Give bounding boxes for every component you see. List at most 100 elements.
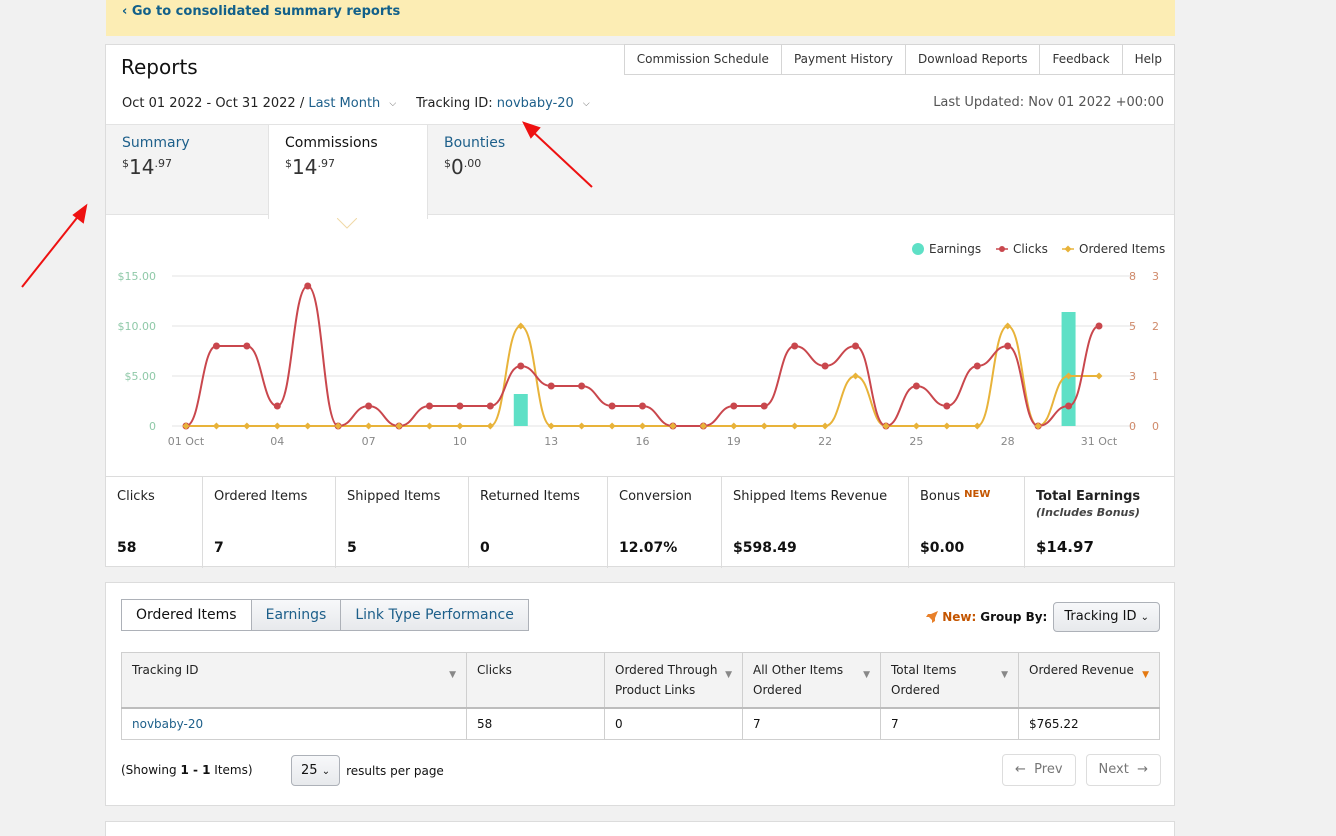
group-by-select[interactable]: Tracking ID ⌄ <box>1053 602 1160 632</box>
clicks-point <box>425 402 433 410</box>
col-ordered-through[interactable]: Ordered Through Product Links ▼ <box>604 652 743 709</box>
sort-icon: ▼ <box>449 670 456 680</box>
consolidated-summary-link[interactable]: ‹ Go to consolidated summary reports <box>122 4 400 19</box>
clicks-point <box>852 342 860 350</box>
tab-earnings[interactable]: Earnings <box>251 599 342 631</box>
date-range: Oct 01 2022 - Oct 31 2022 / <box>122 96 305 111</box>
tab-commissions-label: Commissions <box>285 135 378 151</box>
next-button[interactable]: Next → <box>1085 754 1161 786</box>
y-tick-clicks: 3 <box>1129 370 1136 383</box>
y-tick-earnings: 0 <box>149 420 156 433</box>
x-tick: 07 <box>362 435 376 448</box>
report-filters: Oct 01 2022 - Oct 31 2022 / Last Month ⌵… <box>122 96 610 111</box>
ordered-items-point <box>943 422 951 430</box>
col-all-other-items[interactable]: All Other Items Ordered ▼ <box>742 652 881 709</box>
x-tick: 04 <box>270 435 284 448</box>
y-tick-clicks: 5 <box>1129 320 1136 333</box>
ordered-items-point <box>456 422 464 430</box>
x-tick: 28 <box>1001 435 1015 448</box>
tab-commissions-value: $14.97 <box>285 155 335 179</box>
clicks-point <box>791 342 799 350</box>
pagination: ← Prev Next → <box>1001 754 1161 786</box>
sort-active-icon: ▼ <box>1142 670 1149 680</box>
ordered-items-point <box>1095 372 1103 380</box>
ordered-items-point <box>760 422 768 430</box>
ordered-items-point <box>578 422 586 430</box>
tab-summary[interactable]: Summary $14.97 <box>106 125 268 216</box>
ordered-items-point <box>730 422 738 430</box>
period-dropdown[interactable]: Last Month <box>308 96 380 111</box>
download-reports-link[interactable]: Download Reports <box>905 44 1041 75</box>
chevron-down-icon[interactable]: ⌵ <box>583 99 590 109</box>
tab-bounties-label: Bounties <box>444 135 506 151</box>
col-tracking-id[interactable]: Tracking ID ▼ <box>121 652 467 709</box>
ordered-items-point <box>821 422 829 430</box>
tab-summary-label: Summary <box>122 135 190 151</box>
clicks-point <box>273 402 281 410</box>
ordered-items-point <box>212 422 220 430</box>
payment-history-link[interactable]: Payment History <box>781 44 906 75</box>
ordered-items-point <box>304 422 312 430</box>
col-ordered-revenue[interactable]: Ordered Revenue ▼ <box>1018 652 1160 709</box>
legend-label: Clicks <box>1013 242 1048 256</box>
commission-schedule-link[interactable]: Commission Schedule <box>623 44 782 75</box>
feedback-link[interactable]: Feedback <box>1040 44 1123 75</box>
clicks-point <box>517 362 525 370</box>
ordered-items-point <box>547 422 555 430</box>
x-tick: 16 <box>636 435 650 448</box>
per-page: 25 ⌄ results per page <box>291 755 444 786</box>
ordered-items-point <box>517 322 525 330</box>
tab-link-type-performance[interactable]: Link Type Performance <box>341 599 529 631</box>
clicks-point <box>578 382 586 390</box>
clicks-point <box>912 382 920 390</box>
y-tick-items: 2 <box>1152 320 1159 333</box>
ordered-items-point <box>852 372 860 380</box>
ordered-items-point <box>1004 322 1012 330</box>
consolidated-banner: ‹ Go to consolidated summary reports <box>106 0 1175 36</box>
ordered-items-point <box>639 422 646 430</box>
new-label: New: <box>942 610 977 624</box>
tracking-id-dropdown[interactable]: novbaby-20 <box>497 96 574 111</box>
legend-items-marker <box>1064 245 1072 253</box>
tab-summary-value: $14.97 <box>122 155 172 179</box>
legend-label: Earnings <box>929 242 981 256</box>
chevron-down-icon[interactable]: ⌵ <box>389 99 396 109</box>
y-tick-earnings: $5.00 <box>125 370 157 383</box>
legend-clicks-marker <box>999 246 1005 252</box>
x-tick: 25 <box>909 435 923 448</box>
col-total-items[interactable]: Total Items Ordered ▼ <box>880 652 1019 709</box>
annotation-arrow <box>21 203 88 288</box>
earnings-bar <box>513 394 528 426</box>
row-tracking-id-link[interactable]: novbaby-20 <box>132 717 203 731</box>
col-clicks[interactable]: Clicks <box>466 652 605 709</box>
x-tick: 13 <box>544 435 558 448</box>
x-tick: 19 <box>727 435 741 448</box>
stat-clicks: Clicks 58 <box>106 477 203 568</box>
legend-label: Ordered Items <box>1079 242 1165 256</box>
per-page-label: results per page <box>346 763 444 778</box>
clicks-point <box>943 402 951 410</box>
sort-icon: ▼ <box>1001 670 1008 680</box>
report-type-tabs: Ordered Items Earnings Link Type Perform… <box>121 599 529 631</box>
per-page-select[interactable]: 25 ⌄ <box>291 755 341 786</box>
tab-commissions[interactable]: Commissions $14.97 <box>268 125 428 219</box>
prev-button[interactable]: ← Prev <box>1001 754 1076 786</box>
clicks-point <box>456 402 464 410</box>
clicks-point <box>730 402 738 410</box>
clicks-point <box>486 402 494 410</box>
clicks-point <box>365 402 373 410</box>
tab-bounties[interactable]: Bounties $0.00 <box>428 125 588 216</box>
ordered-items-point <box>912 422 920 430</box>
last-updated: Last Updated: Nov 01 2022 +00:00 <box>933 95 1164 110</box>
x-tick: 10 <box>453 435 467 448</box>
ordered-items-point <box>486 422 494 430</box>
help-link[interactable]: Help <box>1122 44 1175 75</box>
tab-ordered-items[interactable]: Ordered Items <box>121 599 252 631</box>
ordered-items-point <box>425 422 433 430</box>
y-tick-earnings: $15.00 <box>118 270 157 283</box>
table-footer: (Showing 1 - 1 Items) 25 ⌄ results per p… <box>121 754 1161 787</box>
next-panel <box>105 821 1175 836</box>
tab-bounties-value: $0.00 <box>444 155 482 179</box>
group-by: New: Group By: Tracking ID ⌄ <box>925 602 1160 632</box>
clicks-point <box>1095 322 1103 330</box>
